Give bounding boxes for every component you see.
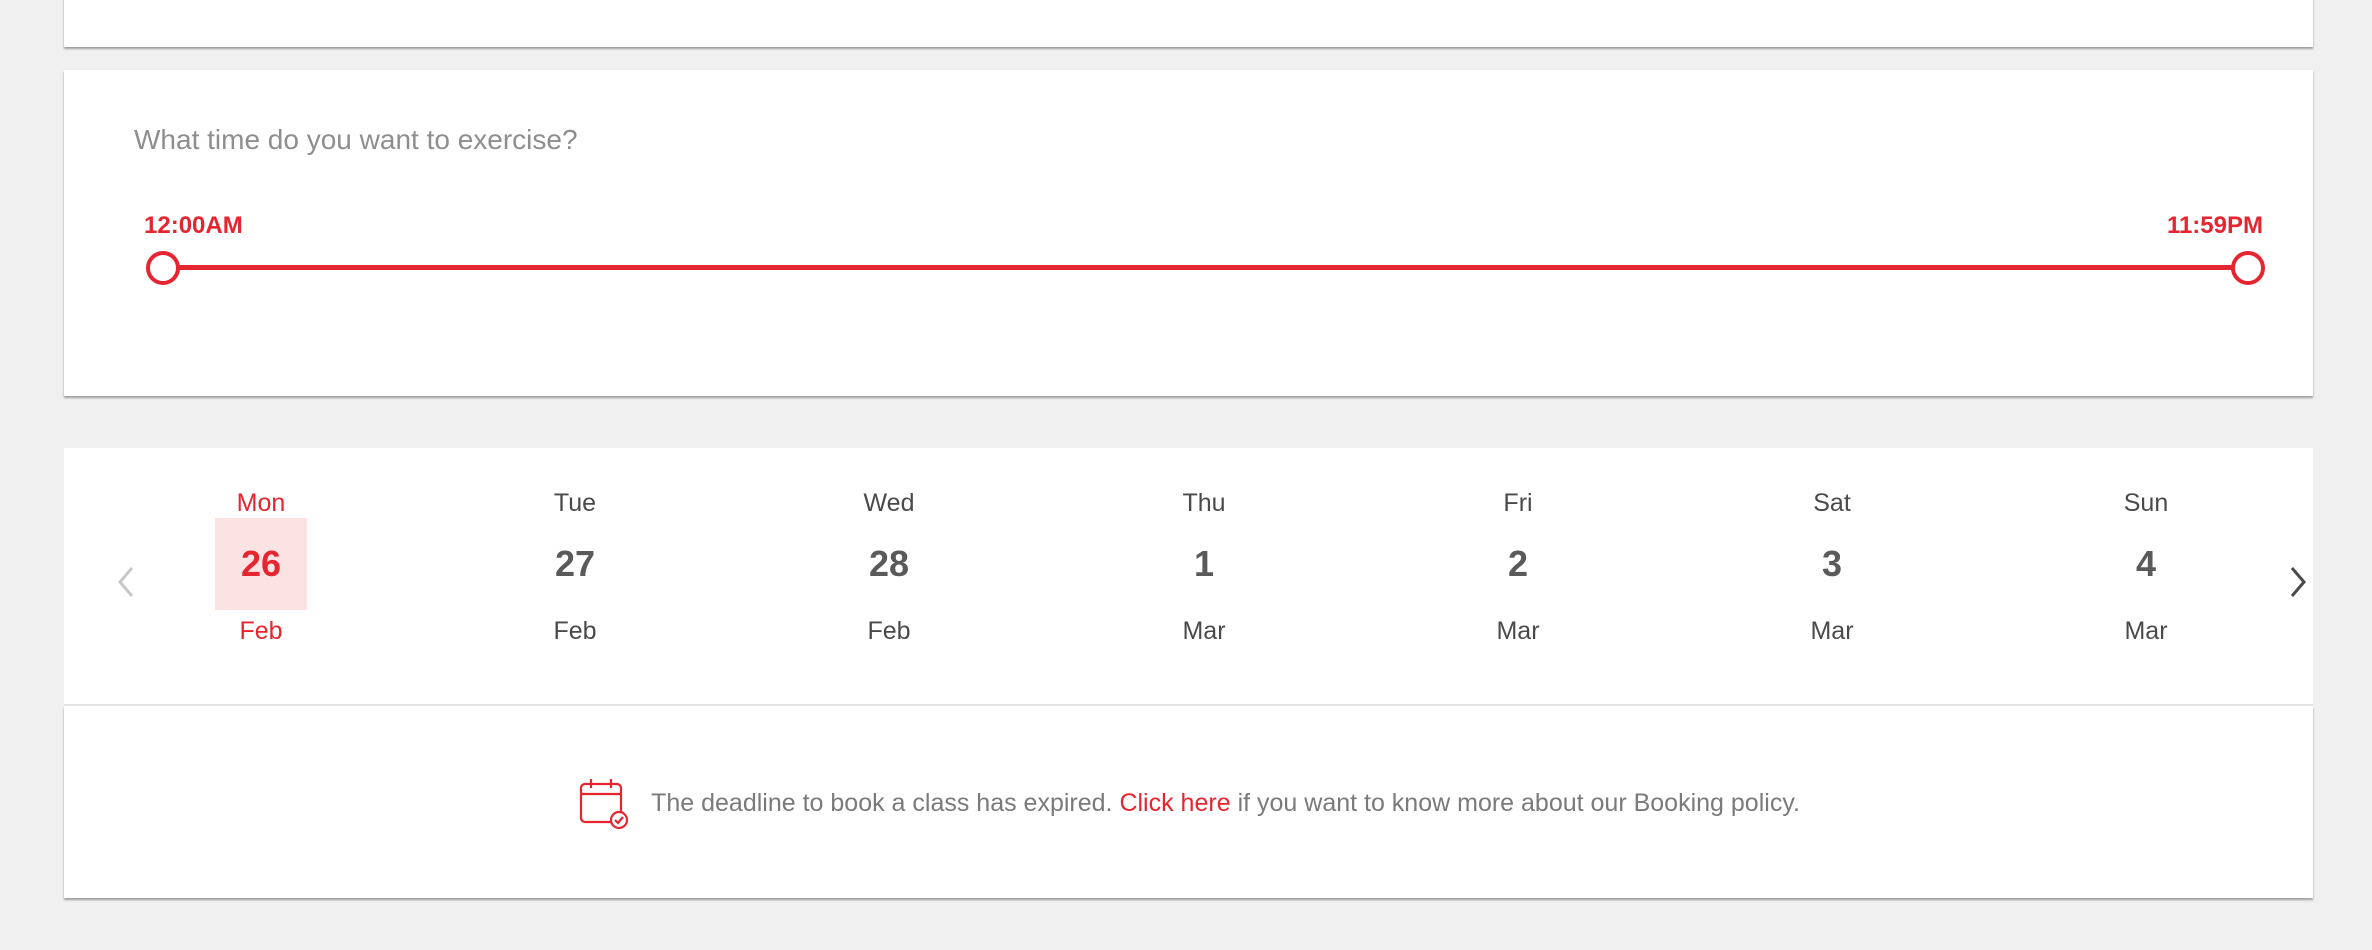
day-fri-2[interactable]: Fri 2 Mar: [1438, 488, 1598, 668]
day-of-week: Wed: [863, 489, 915, 517]
notice-text-after: if you want to know more about our Booki…: [1237, 788, 1800, 817]
day-thu-1[interactable]: Thu 1 Mar: [1124, 488, 1284, 668]
booking-policy-link[interactable]: Click here: [1119, 789, 1230, 818]
booking-notice: The deadline to book a class has expired…: [64, 776, 2313, 830]
day-number: 26: [215, 518, 307, 610]
time-range-start-handle[interactable]: [146, 251, 180, 285]
time-end-label: 11:59PM: [2166, 212, 2263, 239]
day-month: Feb: [867, 617, 911, 645]
day-number: 1: [1193, 543, 1215, 584]
day-sun-4[interactable]: Sun 4 Mar: [2066, 488, 2226, 668]
day-month: Feb: [239, 617, 283, 645]
day-month: Mar: [1496, 617, 1540, 645]
chevron-left-icon: [118, 567, 134, 597]
time-range-end-handle[interactable]: [2231, 251, 2265, 285]
day-number: 2: [1507, 543, 1529, 584]
day-month: Mar: [1182, 617, 1226, 645]
booking-notice-card: The deadline to book a class has expired…: [64, 706, 2313, 898]
day-number: 4: [2135, 543, 2157, 584]
day-tue-27[interactable]: Tue 27 Feb: [495, 488, 655, 668]
time-start-label: 12:00AM: [144, 212, 243, 239]
day-number: 28: [868, 543, 910, 584]
day-of-week: Sun: [2123, 489, 2169, 517]
day-of-week: Thu: [1182, 489, 1226, 517]
day-month: Mar: [1810, 617, 1854, 645]
day-of-week: Sat: [1813, 489, 1851, 517]
day-of-week: Mon: [236, 489, 286, 517]
day-number: 3: [1821, 543, 1843, 584]
day-of-week: Fri: [1503, 489, 1533, 517]
notice-text-before: The deadline to book a class has expired…: [651, 788, 1113, 817]
chevron-right-icon: [2290, 567, 2306, 597]
prev-week-button[interactable]: [106, 552, 146, 612]
time-filter-question: What time do you want to exercise?: [134, 124, 578, 155]
date-picker: Mon 26 Feb Tue 27 Feb Wed 28 Feb Thu 1 M…: [64, 448, 2313, 706]
day-month: Feb: [553, 617, 597, 645]
day-wed-28[interactable]: Wed 28 Feb: [809, 488, 969, 668]
time-filter-card: What time do you want to exercise? 12:00…: [64, 70, 2313, 396]
next-week-button[interactable]: [2278, 552, 2318, 612]
day-month: Mar: [2124, 617, 2168, 645]
day-of-week: Tue: [553, 489, 597, 517]
calendar-check-icon: [579, 779, 629, 830]
day-mon-26[interactable]: Mon 26 Feb: [181, 488, 341, 668]
time-range-track[interactable]: [166, 265, 2248, 270]
day-number: 27: [554, 543, 596, 584]
day-sat-3[interactable]: Sat 3 Mar: [1752, 488, 1912, 668]
top-card: [64, 0, 2313, 47]
